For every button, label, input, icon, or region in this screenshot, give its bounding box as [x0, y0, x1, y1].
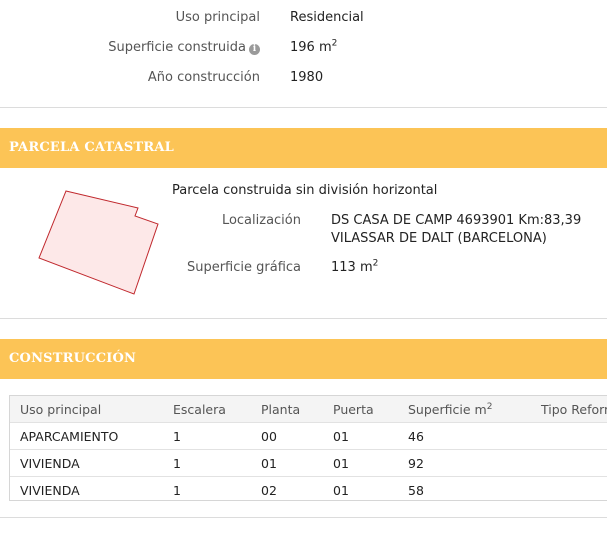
divider — [0, 517, 607, 518]
cell-uso: VIVIENDA — [10, 449, 163, 477]
cell-puerta: 01 — [323, 476, 398, 500]
localizacion-line2: VILASSAR DE DALT (BARCELONA) — [331, 231, 547, 246]
table-header-row: Uso principal Escalera Planta Puerta Sup… — [10, 396, 607, 423]
superficie-grafica-label: Superficie gráfica — [186, 260, 301, 275]
cell-uso: VIVIENDA — [10, 476, 163, 500]
table-row: VIVIENDA 1 01 01 92 — [10, 449, 607, 477]
column-header-puerta: Puerta — [323, 396, 398, 423]
cell-planta: 00 — [251, 422, 323, 450]
column-header-tipo-reforma: Tipo Reform — [531, 396, 607, 423]
superficie-grafica-sup: 2 — [372, 258, 379, 269]
divider — [0, 107, 607, 108]
construccion-table-container: Uso principal Escalera Planta Puerta Sup… — [9, 395, 607, 501]
uso-principal-label: Uso principal — [175, 10, 260, 25]
column-header-superficie-sup: 2 — [486, 401, 493, 412]
superficie-construida-row: Superficie construida i 196 m2 — [0, 38, 607, 58]
construccion-table: Uso principal Escalera Planta Puerta Sup… — [10, 396, 607, 500]
column-header-superficie: Superficie m2 — [398, 396, 531, 423]
cell-superficie: 92 — [398, 449, 531, 477]
parcel-polygon — [38, 190, 159, 295]
parcel-shape-image — [38, 190, 159, 295]
cell-superficie: 58 — [398, 476, 531, 500]
cell-puerta: 01 — [323, 449, 398, 477]
cell-planta: 01 — [251, 449, 323, 477]
column-header-escalera: Escalera — [163, 396, 251, 423]
cell-planta: 02 — [251, 476, 323, 500]
cell-escalera: 1 — [163, 449, 251, 477]
cell-puerta: 01 — [323, 422, 398, 450]
cell-tipo — [531, 449, 607, 477]
column-header-superficie-label: Superficie m — [408, 401, 487, 417]
uso-principal-row: Uso principal Residencial — [0, 8, 607, 28]
table-row: VIVIENDA 1 02 01 58 — [10, 476, 607, 500]
info-icon[interactable]: i — [249, 44, 260, 55]
superficie-construida-unit-sup: 2 — [331, 38, 338, 49]
cell-escalera: 1 — [163, 422, 251, 450]
anio-construccion-label: Año construcción — [147, 70, 260, 85]
cell-uso: APARCAMIENTO — [10, 422, 163, 450]
anio-construccion-row: Año construcción 1980 — [0, 68, 607, 88]
cell-tipo — [531, 422, 607, 450]
superficie-construida-value: 196 m — [290, 40, 332, 55]
superficie-grafica-value-wrap: 113 m2 — [331, 258, 379, 275]
column-header-uso: Uso principal — [10, 396, 163, 423]
uso-principal-value: Residencial — [290, 10, 364, 25]
superficie-construida-label-wrap: Superficie construida i — [108, 38, 260, 58]
parcela-description: Parcela construida sin división horizont… — [172, 183, 438, 198]
table-row: APARCAMIENTO 1 00 01 46 — [10, 422, 607, 450]
column-header-planta: Planta — [251, 396, 323, 423]
anio-construccion-value: 1980 — [290, 70, 324, 85]
divider — [0, 318, 607, 319]
superficie-construida-label: Superficie construida — [108, 40, 246, 55]
construccion-header: CONSTRUCCIÓN — [0, 339, 607, 379]
localizacion-label: Localización — [221, 213, 301, 228]
cell-escalera: 1 — [163, 476, 251, 500]
localizacion-line1: DS CASA DE CAMP 4693901 Km:83,39 — [331, 213, 582, 228]
cell-superficie: 46 — [398, 422, 531, 450]
superficie-grafica-value: 113 m — [331, 260, 373, 275]
parcela-catastral-header: PARCELA CATASTRAL — [0, 128, 607, 168]
superficie-construida-value-wrap: 196 m2 — [290, 38, 337, 58]
cell-tipo — [531, 476, 607, 500]
